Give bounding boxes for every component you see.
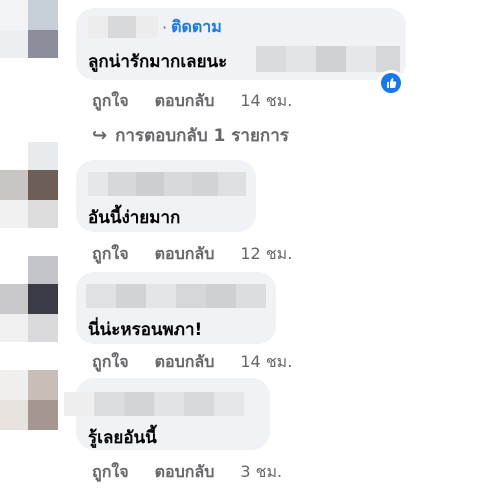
timestamp[interactable]: 12 ชม. — [240, 242, 292, 267]
comment-bubble: อันนี้ง่ายมาก — [76, 160, 256, 232]
blurred-author-name[interactable] — [64, 392, 244, 416]
comment-actions: ถูกใจ ตอบกลับ 3 ชม. — [92, 460, 282, 485]
reply-arrow-icon: ↪ — [92, 125, 108, 146]
timestamp[interactable]: 3 ชม. — [240, 460, 282, 485]
comment: นี่น่ะหรอนพภา! — [76, 272, 276, 344]
comment-bubble: รู้เลยอันนี้ — [64, 378, 270, 450]
reply-button[interactable]: ตอบกลับ — [155, 242, 215, 267]
blurred-text — [256, 46, 400, 72]
like-button[interactable]: ถูกใจ — [92, 460, 129, 485]
view-replies-label: การตอบกลับ 1 รายการ — [115, 126, 289, 146]
comment-author-row: · ติดตาม — [88, 16, 222, 38]
view-replies-link[interactable]: ↪ การตอบกลับ 1 รายการ — [92, 122, 289, 149]
timestamp[interactable]: 14 ชม. — [240, 350, 292, 375]
comment-text: ลูกน่ารักมากเลยนะ — [88, 52, 228, 72]
timestamp[interactable]: 14 ชม. — [240, 89, 292, 114]
comment-text: นี่น่ะหรอนพภา! — [88, 320, 203, 340]
blurred-author-name[interactable] — [88, 172, 246, 196]
like-button[interactable]: ถูกใจ — [92, 89, 129, 114]
blurred-author-name[interactable] — [88, 16, 158, 38]
comment: รู้เลยอันนี้ — [64, 378, 270, 450]
like-button[interactable]: ถูกใจ — [92, 350, 129, 375]
avatar[interactable] — [0, 142, 58, 232]
comment-text: รู้เลยอันนี้ — [88, 428, 157, 448]
reply-button[interactable]: ตอบกลับ — [155, 460, 215, 485]
comment-text: อันนี้ง่ายมาก — [88, 208, 181, 228]
comment: อันนี้ง่ายมาก — [76, 160, 256, 232]
blurred-author-name[interactable] — [86, 284, 266, 308]
avatar[interactable] — [0, 370, 58, 460]
comment-bubble: นี่น่ะหรอนพภา! — [76, 272, 276, 344]
comment-actions: ถูกใจ ตอบกลับ 14 ชม. — [92, 350, 292, 375]
follow-separator: · — [162, 17, 168, 37]
comment-bubble: · ติดตาม ลูกน่ารักมากเลยนะ — [76, 8, 406, 80]
comment-actions: ถูกใจ ตอบกลับ 14 ชม. — [92, 89, 292, 114]
avatar[interactable] — [0, 0, 58, 60]
reply-button[interactable]: ตอบกลับ — [155, 89, 215, 114]
avatar[interactable] — [0, 256, 58, 346]
comment: · ติดตาม ลูกน่ารักมากเลยนะ — [76, 8, 406, 96]
like-icon — [381, 73, 401, 93]
reaction-badge[interactable] — [378, 70, 404, 96]
follow-button[interactable]: ติดตาม — [171, 15, 222, 40]
comment-actions: ถูกใจ ตอบกลับ 12 ชม. — [92, 242, 292, 267]
reply-button[interactable]: ตอบกลับ — [155, 350, 215, 375]
like-button[interactable]: ถูกใจ — [92, 242, 129, 267]
